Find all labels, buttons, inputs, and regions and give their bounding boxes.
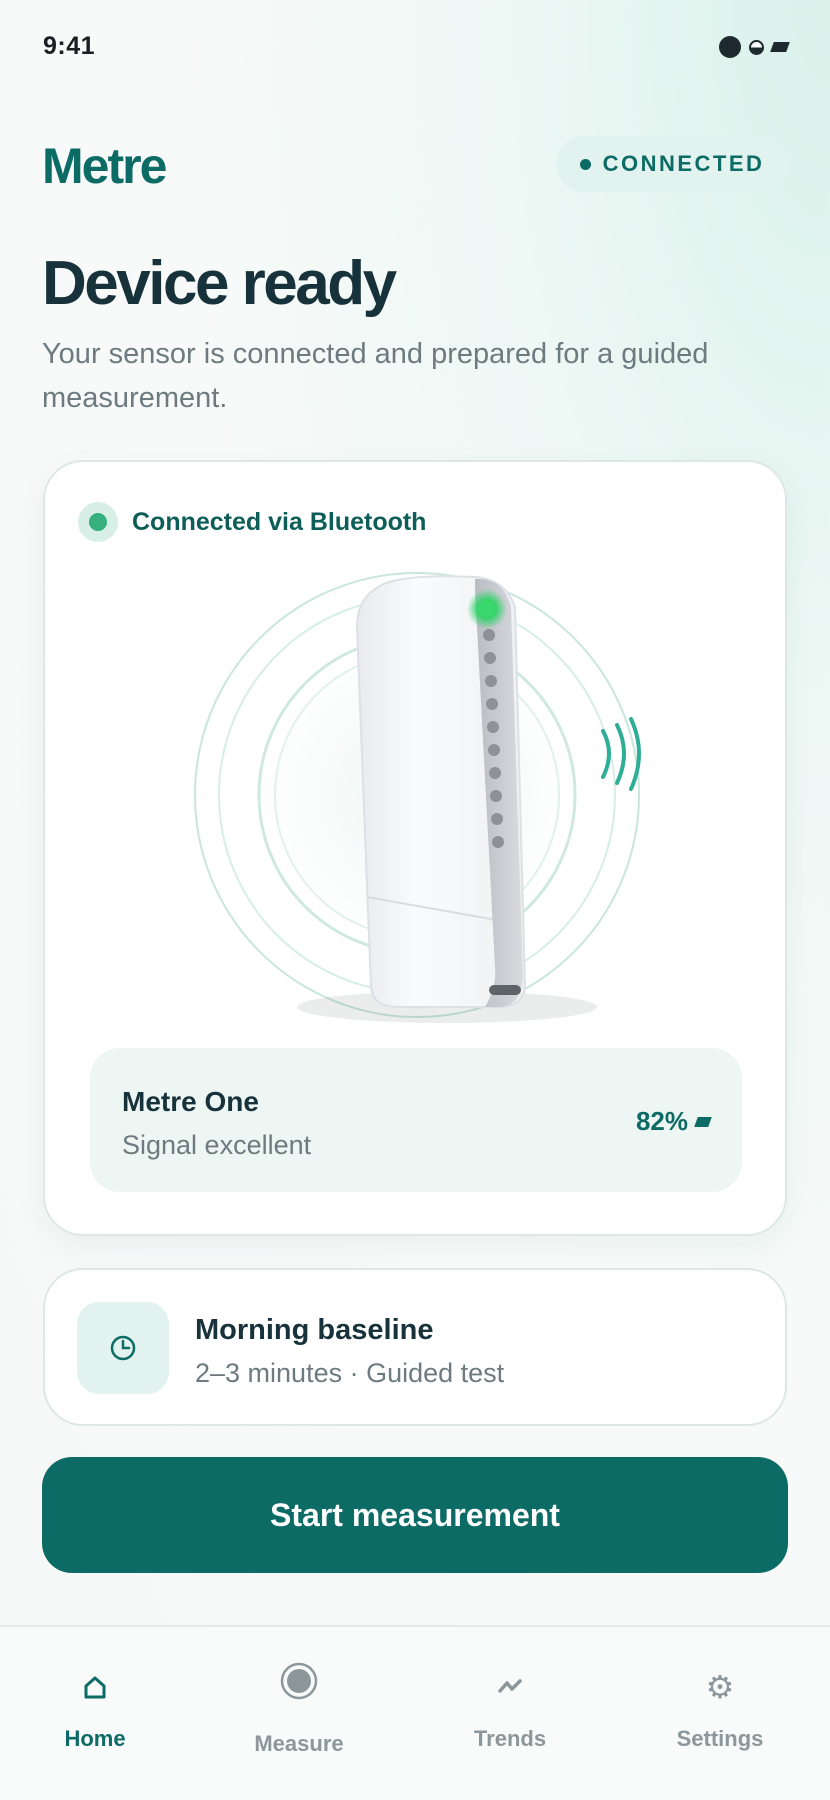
status-time: 9:41 <box>43 32 96 60</box>
page-subtitle: Your sensor is connected and prepared fo… <box>42 338 709 414</box>
app-logo: Metre <box>42 138 167 194</box>
trends-icon <box>490 1667 530 1707</box>
cellular-signal-icon <box>719 36 741 58</box>
tab-label-measure: Measure <box>254 1731 344 1756</box>
tab-home[interactable]: Home <box>5 1627 185 1800</box>
device-info-panel: Metre One Signal excellent 82% <box>90 1048 742 1192</box>
clock-icon <box>77 1302 169 1394</box>
device-name: Metre One <box>122 1086 259 1117</box>
session-details: 2–3 minutes · Guided test <box>195 1358 505 1388</box>
bluetooth-status: Connected via Bluetooth <box>78 502 426 542</box>
gear-icon: ⚙ <box>705 1669 735 1705</box>
page-title: Device ready <box>42 249 397 318</box>
session-title: Morning baseline <box>195 1314 434 1346</box>
tab-settings[interactable]: ⚙ Settings <box>630 1627 810 1800</box>
bluetooth-status-icon <box>78 502 118 542</box>
tab-bar: Home Measure Trends ⚙ Settings <box>0 1625 830 1800</box>
device-card: Connected via Bluetooth Metre One Signal… <box>43 460 787 1236</box>
tab-label-settings: Settings <box>676 1726 764 1751</box>
session-card[interactable]: Morning baseline 2–3 minutes · Guided te… <box>43 1268 787 1426</box>
home-icon <box>75 1667 115 1707</box>
signal-waves-icon <box>601 717 641 791</box>
battery-icon <box>694 1116 712 1127</box>
status-dot-icon <box>579 158 591 170</box>
start-measurement-button[interactable]: Start measurement <box>42 1457 788 1573</box>
signal-strength: Signal excellent <box>122 1130 312 1160</box>
battery-level: 82% <box>635 1106 688 1136</box>
tab-measure[interactable]: Measure <box>209 1627 389 1800</box>
connection-status-label: CONNECTED <box>602 151 765 176</box>
battery-status-icon <box>770 42 790 52</box>
tab-label-home: Home <box>64 1726 126 1751</box>
measure-icon <box>279 1661 319 1701</box>
bluetooth-status-label: Connected via Bluetooth <box>132 507 427 536</box>
tab-label-trends: Trends <box>473 1726 547 1751</box>
device-battery: 82% <box>635 1106 712 1137</box>
status-bar: 9:41 <box>0 0 830 96</box>
tab-trends[interactable]: Trends <box>420 1627 600 1800</box>
status-icons <box>719 36 790 58</box>
connection-status-badge: CONNECTED <box>556 136 788 192</box>
wifi-icon <box>749 39 764 55</box>
device-illustration <box>194 572 641 1023</box>
